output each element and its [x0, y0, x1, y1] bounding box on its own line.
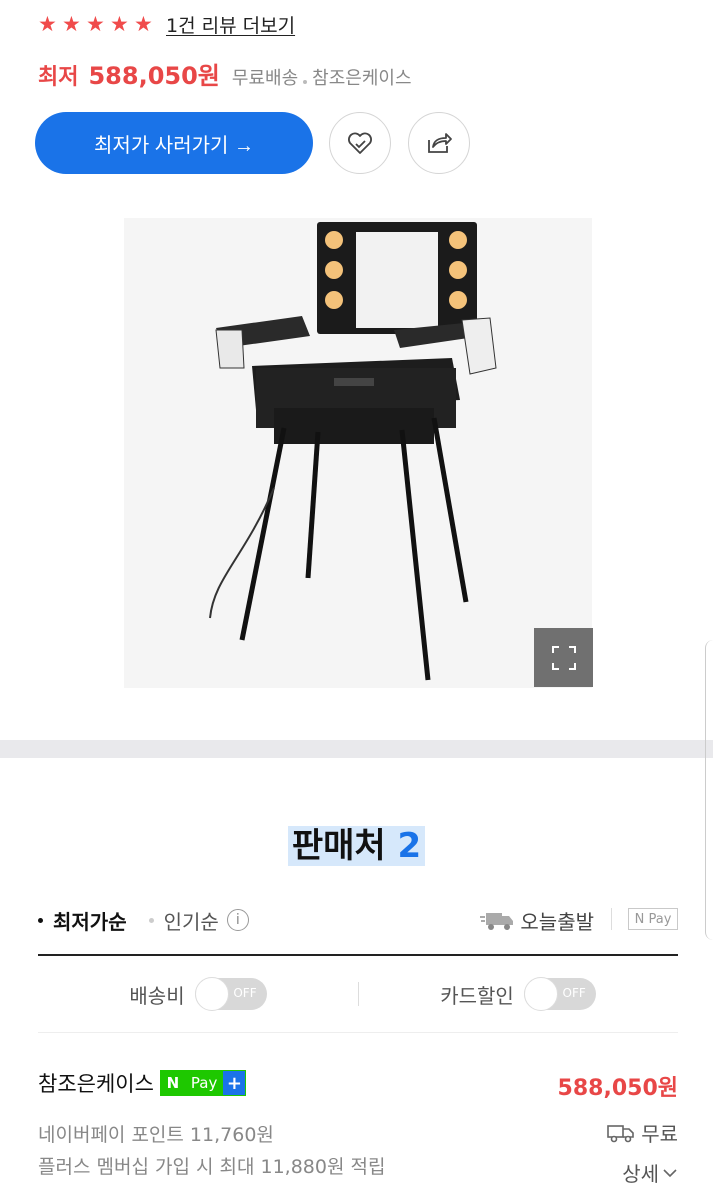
info-icon[interactable]: i [226, 909, 249, 931]
offer-seller-name: 참조은케이스 [38, 1072, 154, 1096]
star-icon: ★ [38, 12, 57, 36]
filter-separator [358, 982, 359, 1006]
shipping-info: 무료배송 [231, 68, 299, 89]
sort-row: 최저가순 인기순 i 오늘출발 N Pay [38, 900, 678, 940]
share-icon [428, 133, 452, 153]
sort-lowest-label: 최저가순 [53, 909, 127, 934]
buy-lowest-button[interactable]: 최저가 사러가기 → [35, 112, 313, 174]
npay-point-info: 네이버페이 포인트 11,760원 [38, 1124, 274, 1146]
toggle-off-label: OFF [233, 986, 257, 1000]
toggle-knob [194, 977, 229, 1011]
shipping-fee-filter[interactable]: 배송비 OFF [38, 977, 358, 1011]
npay-plus-badge: N Pay + [159, 1070, 247, 1096]
share-button[interactable] [408, 112, 470, 174]
npay-n-logo: N [160, 1071, 185, 1095]
expand-icon [551, 645, 576, 670]
expand-image-button[interactable] [534, 628, 593, 687]
npay-pay-text: Pay [184, 1071, 224, 1095]
scroll-edge-handle[interactable] [705, 640, 713, 940]
shipping-fee-label: 배송비 [129, 983, 185, 1008]
truck-icon [480, 913, 514, 930]
npay-filter[interactable]: N Pay [628, 908, 678, 930]
filter-row: 배송비 OFF 카드할인 OFF [38, 966, 678, 1022]
plus-icon: + [223, 1071, 246, 1095]
offer-detail-toggle[interactable]: 상세 [622, 1158, 678, 1187]
sort-popular[interactable]: 인기순 i [148, 906, 249, 935]
heart-icon [348, 132, 372, 154]
review-more-link[interactable]: 1건 리뷰 더보기 [166, 11, 295, 38]
membership-benefit: 플러스 멤버십 가입 시 최대 11,880원 적립 [38, 1156, 386, 1178]
chevron-down-icon [663, 1168, 677, 1177]
delivery-truck-icon [607, 1124, 634, 1142]
card-discount-filter[interactable]: 카드할인 OFF [358, 977, 678, 1011]
sellers-count: 2 [397, 826, 422, 866]
zzim-button[interactable] [329, 112, 391, 174]
filter-bottom-line [38, 1032, 678, 1033]
offer-price[interactable]: 588,050원 [558, 1070, 678, 1102]
active-bullet [38, 917, 43, 923]
shipping-fee-toggle[interactable]: OFF [194, 977, 267, 1011]
sort-underline [38, 954, 678, 956]
offer-detail-label: 상세 [622, 1162, 659, 1186]
offer-shipping-label: 무료 [641, 1122, 678, 1146]
makeup-case-illustration [209, 222, 497, 681]
offer-seller[interactable]: 참조은케이스 N Pay + [38, 1068, 247, 1098]
card-discount-toggle[interactable]: OFF [523, 977, 596, 1011]
star-icon: ★ [134, 12, 153, 36]
star-rating: ★ ★ ★ ★ ★ [38, 13, 156, 35]
toggle-knob [523, 977, 558, 1011]
sort-separator [611, 908, 612, 930]
rating-row: ★ ★ ★ ★ ★ 1건 리뷰 더보기 [38, 8, 295, 40]
today-ship-label: 오늘출발 [520, 909, 594, 934]
card-discount-label: 카드할인 [440, 983, 514, 1008]
lowest-price: 588,050원 [88, 62, 220, 90]
inactive-bullet [148, 917, 154, 923]
sort-popular-label: 인기순 [163, 909, 219, 934]
price-row: 최저 588,050원 무료배송 참조은케이스 [38, 56, 412, 90]
sellers-title: 판매처 2 [0, 818, 713, 867]
star-icon: ★ [62, 12, 81, 36]
today-ship-filter[interactable]: 오늘출발 [480, 900, 594, 940]
star-icon: ★ [110, 12, 129, 36]
sellers-title-label: 판매처 2 [287, 826, 426, 866]
lowest-label: 최저 [38, 65, 79, 90]
seller-name: 참조은케이스 [312, 68, 412, 89]
sort-lowest-price[interactable]: 최저가순 [38, 906, 127, 935]
product-image[interactable] [124, 218, 592, 688]
section-divider [0, 740, 713, 758]
star-icon: ★ [86, 12, 105, 36]
sellers-title-text: 판매처 [291, 826, 386, 866]
toggle-off-label: OFF [562, 986, 586, 1000]
offer-shipping: 무료 [607, 1118, 678, 1147]
separator-dot [303, 80, 308, 84]
